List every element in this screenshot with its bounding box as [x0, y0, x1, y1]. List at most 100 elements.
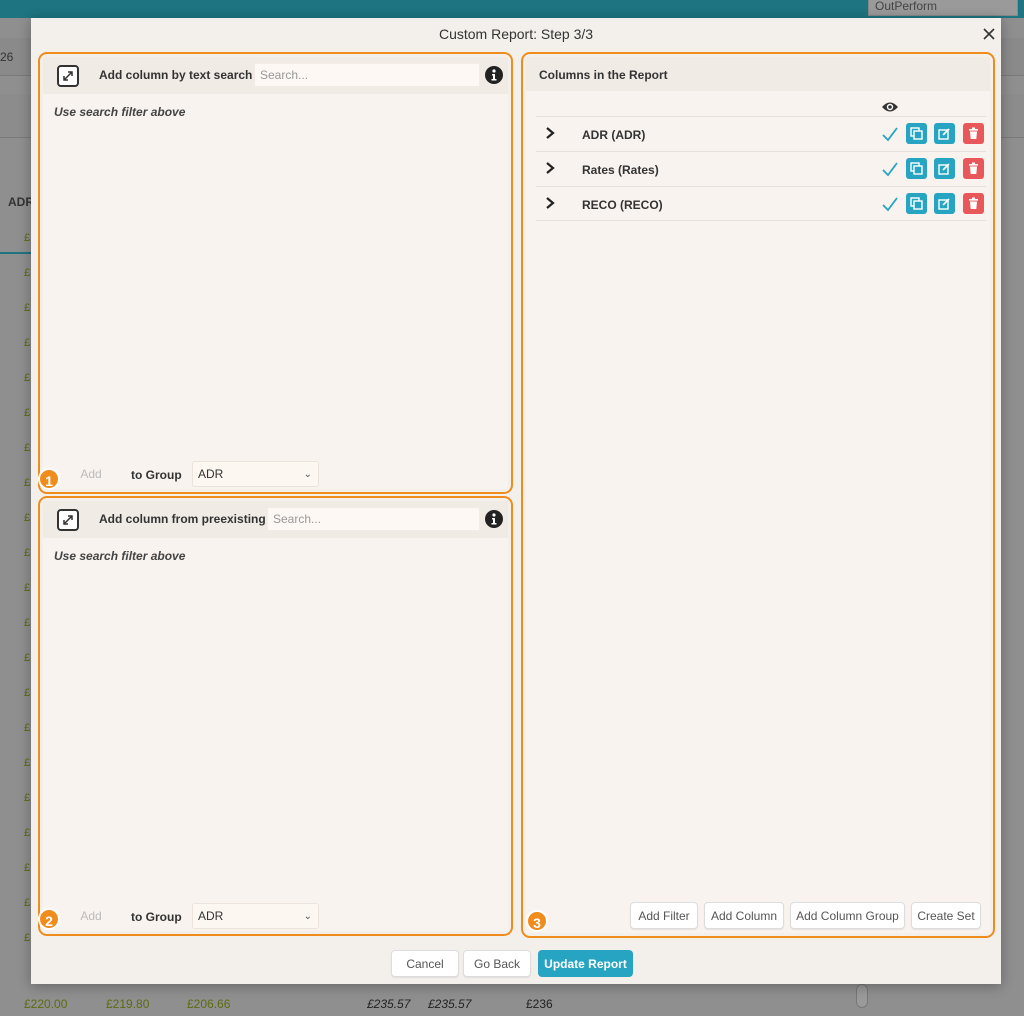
group-select-value: ADR — [198, 467, 224, 481]
column-row: ADR (ADR) — [536, 116, 986, 151]
trash-icon — [969, 162, 978, 174]
background-cell: £ — [24, 897, 31, 909]
background-cell: £ — [24, 232, 31, 244]
background-cell: £235.57 — [428, 997, 472, 1011]
delete-button[interactable] — [963, 193, 984, 214]
column-label: Rates (Rates) — [582, 163, 659, 177]
expand-button[interactable] — [57, 509, 79, 531]
background-cell: £ — [24, 302, 31, 314]
background-cell: £ — [24, 862, 31, 874]
text-search-input[interactable] — [254, 63, 480, 87]
copy-icon — [910, 162, 923, 175]
text-search-footer: Add to Group ADR ⌄ — [43, 460, 508, 490]
text-search-panel: Add column by text search Use search fil… — [38, 52, 513, 494]
edit-icon — [938, 128, 950, 140]
step-badge: 1 — [38, 468, 60, 490]
go-back-button[interactable]: Go Back — [463, 950, 531, 977]
background-outperform-field: OutPerform — [868, 0, 1018, 16]
background-cell: £ — [24, 512, 31, 524]
check-icon[interactable] — [881, 160, 899, 178]
column-label: ADR (ADR) — [582, 128, 646, 142]
columns-title: Columns in the Report — [539, 68, 668, 82]
copy-button[interactable] — [906, 158, 927, 179]
preexisting-footer: Add to Group ADR ⌄ — [43, 902, 508, 932]
preexisting-header: Add column from preexisting — [43, 501, 508, 538]
background-cell: £ — [24, 547, 31, 559]
create-set-button[interactable]: Create Set — [911, 902, 981, 929]
background-cell: £ — [24, 722, 31, 734]
preexisting-panel-body: Add column from preexisting Use search f… — [43, 501, 508, 931]
expand-button[interactable] — [57, 65, 79, 87]
trash-icon — [969, 197, 978, 209]
preexisting-hint: Use search filter above — [54, 549, 186, 563]
preexisting-panel: Add column from preexisting Use search f… — [38, 496, 513, 936]
chevron-right-icon[interactable] — [544, 126, 556, 140]
add-filter-button[interactable]: Add Filter — [630, 902, 698, 929]
column-row: Rates (Rates) — [536, 151, 986, 186]
background-bottom-row: £220.00 £219.80 £206.66 £235.57 £235.57 … — [0, 990, 1024, 1016]
copy-button[interactable] — [906, 193, 927, 214]
background-cell: £ — [24, 442, 31, 454]
chevron-down-icon: ⌄ — [303, 469, 312, 480]
background-cell: £ — [24, 827, 31, 839]
background-cell: £ — [24, 932, 31, 944]
add-column-button[interactable]: Add — [67, 461, 115, 487]
add-column-button[interactable]: Add Column — [704, 902, 784, 929]
info-icon[interactable] — [485, 510, 503, 528]
to-group-label: to Group — [131, 910, 182, 924]
background-cell: £235.57 — [367, 997, 411, 1011]
check-icon[interactable] — [881, 125, 899, 143]
background-cell: £236 — [526, 997, 553, 1011]
cancel-button[interactable]: Cancel — [391, 950, 459, 977]
expand-icon — [63, 515, 73, 525]
background-cell: £ — [24, 687, 31, 699]
column-label: RECO (RECO) — [582, 198, 663, 212]
group-select[interactable]: ADR ⌄ — [192, 461, 319, 487]
chevron-right-icon[interactable] — [544, 161, 556, 175]
columns-panel: Columns in the Report ADR (ADR) Rates (R… — [521, 52, 995, 938]
delete-button[interactable] — [963, 123, 984, 144]
background-cell: £ — [24, 617, 31, 629]
edit-button[interactable] — [934, 158, 955, 179]
expand-icon — [63, 71, 73, 81]
text-search-hint: Use search filter above — [54, 105, 186, 119]
background-row-number: 26 — [0, 50, 14, 64]
preexisting-search-input[interactable] — [267, 507, 480, 531]
update-report-button[interactable]: Update Report — [538, 950, 633, 977]
step-badge: 3 — [526, 910, 548, 932]
column-row: RECO (RECO) — [536, 186, 986, 221]
copy-button[interactable] — [906, 123, 927, 144]
edit-button[interactable] — [934, 193, 955, 214]
step-badge: 2 — [38, 908, 60, 930]
background-cell: £ — [24, 407, 31, 419]
add-column-group-button[interactable]: Add Column Group — [790, 902, 905, 929]
background-cell: £ — [24, 337, 31, 349]
background-cell: £ — [24, 477, 31, 489]
copy-icon — [910, 197, 923, 210]
edit-button[interactable] — [934, 123, 955, 144]
eye-icon — [882, 102, 898, 112]
copy-icon — [910, 127, 923, 140]
background-cell: £ — [24, 372, 31, 384]
background-cell: £ — [24, 757, 31, 769]
background-cell: £220.00 — [24, 997, 68, 1011]
background-scrollbar — [856, 984, 868, 1008]
info-icon[interactable] — [485, 66, 503, 84]
trash-icon — [969, 127, 978, 139]
edit-icon — [938, 198, 950, 210]
close-icon[interactable] — [981, 26, 997, 42]
text-search-header: Add column by text search — [43, 57, 508, 94]
background-cell: £ — [24, 652, 31, 664]
check-icon[interactable] — [881, 195, 899, 213]
columns-header: Columns in the Report — [526, 57, 990, 91]
add-column-button[interactable]: Add — [67, 903, 115, 929]
chevron-down-icon: ⌄ — [303, 911, 312, 922]
group-select[interactable]: ADR ⌄ — [192, 903, 319, 929]
delete-button[interactable] — [963, 158, 984, 179]
edit-icon — [938, 163, 950, 175]
background-cell: £ — [24, 267, 31, 279]
group-select-value: ADR — [198, 909, 224, 923]
text-search-label: Add column by text search — [99, 68, 253, 82]
chevron-right-icon[interactable] — [544, 196, 556, 210]
background-cell: £ — [24, 792, 31, 804]
